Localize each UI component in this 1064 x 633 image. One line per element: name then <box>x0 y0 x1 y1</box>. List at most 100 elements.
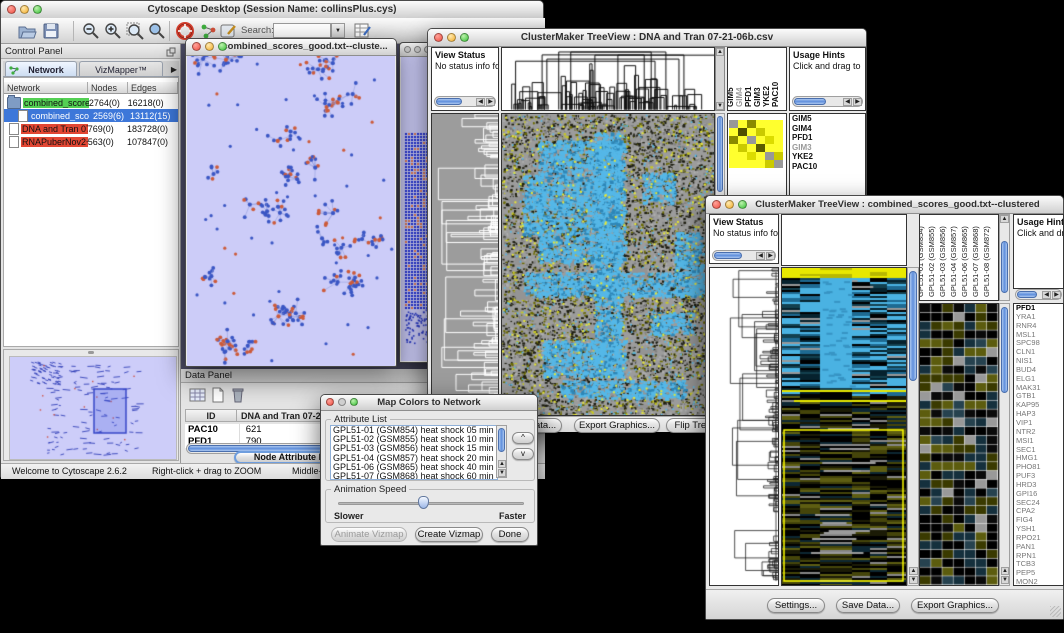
tv1-zoom-cell <box>765 120 774 128</box>
zoom-window-icon[interactable] <box>33 5 42 14</box>
network-row[interactable]: combined_sco2569(6)13112(15) <box>4 109 178 122</box>
select-attributes-icon[interactable] <box>189 387 206 403</box>
speed-slider-thumb[interactable] <box>418 496 429 509</box>
network-view-canvas[interactable] <box>187 56 395 366</box>
tv1-zoom-cell <box>774 152 783 160</box>
move-down-button[interactable]: v <box>512 448 534 460</box>
main-title-bar[interactable]: Cytoscape Desktop (Session Name: collins… <box>1 1 543 19</box>
window-controls[interactable] <box>7 5 42 14</box>
delete-attribute-icon[interactable] <box>231 387 245 403</box>
tv2-row-dendrogram[interactable] <box>709 267 779 586</box>
overview-resize-handle[interactable] <box>88 351 94 354</box>
tab-overflow-arrow[interactable]: ▶ <box>171 65 177 74</box>
tv2-status-hscrollbar[interactable]: ◀ ▶ <box>712 250 776 261</box>
zoom-window-icon[interactable] <box>460 33 469 42</box>
tv1-zoom-cell <box>756 136 765 144</box>
tv2-column-dendrogram[interactable] <box>781 214 907 266</box>
save-icon[interactable] <box>41 21 61 41</box>
close-icon[interactable] <box>7 5 16 14</box>
tv2-heatmap[interactable] <box>781 267 907 586</box>
tv1-gene[interactable]: YKE2 <box>790 152 865 162</box>
network-row[interactable]: DNA and Tran 07769(0)183728(0) <box>4 122 178 135</box>
tv2-view-status: View Status No status info for ◀ ▶ <box>709 214 779 264</box>
col-id: ID <box>185 409 237 422</box>
done-button[interactable]: Done <box>491 527 529 542</box>
open-file-icon[interactable] <box>17 21 37 41</box>
export-graphics-button[interactable]: Export Graphics... <box>574 418 660 433</box>
network-view-title-bar[interactable]: combined_scores_good.txt--cluste... <box>186 39 396 56</box>
tv2-zoom-heatmap[interactable] <box>919 303 999 586</box>
minimize-icon[interactable] <box>725 200 734 209</box>
zoom-window-icon[interactable] <box>218 42 227 51</box>
zoom-window-icon[interactable] <box>350 398 358 406</box>
tv2-zoom-vscrollbar[interactable]: ▲ ▼ <box>999 303 1010 586</box>
attribute-item[interactable]: GPL51-07 (GSM868) heat shock 60 min <box>331 472 497 480</box>
tv1-gene[interactable]: GIM4 <box>790 124 865 134</box>
close-icon[interactable] <box>434 33 443 42</box>
treeview2-window: ClusterMaker TreeView : combined_scores_… <box>705 195 1064 620</box>
minimize-icon[interactable] <box>338 398 346 406</box>
settings-button[interactable]: Settings... <box>767 598 825 613</box>
minimize-icon[interactable] <box>447 33 456 42</box>
dialog-title-bar[interactable]: Map Colors to Network <box>321 395 537 411</box>
tv2-hints-hscrollbar[interactable]: ◀ ▶ <box>1015 289 1062 300</box>
tv2-column-label: GPL51-06 (GSM865) <box>960 226 969 297</box>
search-dropdown-button[interactable]: ▼ <box>331 23 345 38</box>
tv1-gene[interactable]: PFD1 <box>790 133 865 143</box>
tv1-heatmap[interactable] <box>501 113 715 416</box>
close-icon[interactable] <box>326 398 334 406</box>
save-data-button[interactable]: Save Data... <box>836 598 900 613</box>
treeview1-title-bar[interactable]: ClusterMaker TreeView : DNA and Tran 07-… <box>428 29 866 47</box>
search-input[interactable] <box>273 23 331 38</box>
close-icon[interactable] <box>712 200 721 209</box>
animate-vizmap-button[interactable]: Animate Vizmap <box>331 527 407 542</box>
tv1-row-dendrogram[interactable] <box>431 113 499 416</box>
tv1-zoom-cell <box>747 144 756 152</box>
tv1-zoom-heatmap[interactable] <box>729 120 783 168</box>
tv1-column-labels: GIM5GIM4PFD1GIM3YKE2PAC10 <box>727 47 787 111</box>
network-tab-icon <box>9 65 19 75</box>
float-panel-icon[interactable] <box>166 47 176 57</box>
resize-grip[interactable] <box>1050 606 1061 617</box>
close-icon[interactable] <box>404 46 411 53</box>
treeview2-title-bar[interactable]: ClusterMaker TreeView : combined_scores_… <box>706 196 1063 214</box>
move-up-button[interactable]: ^ <box>512 432 534 444</box>
zoom-in-icon[interactable] <box>103 21 123 41</box>
attribute-list: GPL51-01 (GSM854) heat shock 05 minGPL51… <box>330 425 498 480</box>
tv1-gene[interactable]: GIM5 <box>790 114 865 124</box>
tv1-zoom-cell <box>756 160 765 168</box>
tv1-hints-hscrollbar[interactable]: ◀ ▶ <box>792 96 863 107</box>
zoom-window-icon[interactable] <box>738 200 747 209</box>
attribute-list-label: Attribute List <box>331 414 390 425</box>
tab-vizmapper[interactable]: VizMapper™ <box>79 61 163 77</box>
close-icon[interactable] <box>192 42 201 51</box>
tv2-heatmap-vscrollbar[interactable]: ▲ ▼ <box>907 267 919 586</box>
tv2-button-bar: Settings... Save Data... Export Graphics… <box>706 589 1063 619</box>
tv1-zoom-cell <box>765 136 774 144</box>
speed-slider-track[interactable] <box>338 502 524 505</box>
minimize-icon[interactable] <box>205 42 214 51</box>
tv1-gene[interactable]: PAC10 <box>790 162 865 172</box>
zoom-selected-icon[interactable] <box>147 21 167 41</box>
export-graphics-button[interactable]: Export Graphics... <box>911 598 999 613</box>
tv1-zoom-cell <box>747 160 756 168</box>
birdseye-view-canvas[interactable] <box>9 356 177 460</box>
tv1-zoom-cell <box>765 160 774 168</box>
new-attribute-icon[interactable] <box>211 387 225 403</box>
create-vizmap-button[interactable]: Create Vizmap <box>415 527 483 542</box>
minimize-icon[interactable] <box>414 46 421 53</box>
tab-network[interactable]: Network <box>5 61 77 77</box>
tv1-zoom-cell <box>774 136 783 144</box>
network-row[interactable]: combined_scores2764(0)16218(0) <box>4 96 178 109</box>
tv2-gene[interactable]: MON2 <box>1014 578 1063 586</box>
network-row[interactable]: RNAPuberNov2+I563(0)107847(0) <box>4 135 178 148</box>
tv1-status-hscrollbar[interactable]: ◀ ▶ <box>434 96 496 107</box>
minimize-icon[interactable] <box>20 5 29 14</box>
attribute-list-vscrollbar[interactable]: ▲ ▼ <box>496 425 507 478</box>
zoom-fit-icon[interactable] <box>125 21 145 41</box>
tv1-col-mini-scrollbar[interactable]: ▲ ▼ <box>715 47 725 111</box>
tv2-labels-vscrollbar[interactable]: ▲ <box>999 214 1010 301</box>
zoom-out-icon[interactable] <box>81 21 101 41</box>
tv1-gene[interactable]: GIM3 <box>790 143 865 153</box>
tv1-column-dendrogram[interactable] <box>501 47 715 111</box>
